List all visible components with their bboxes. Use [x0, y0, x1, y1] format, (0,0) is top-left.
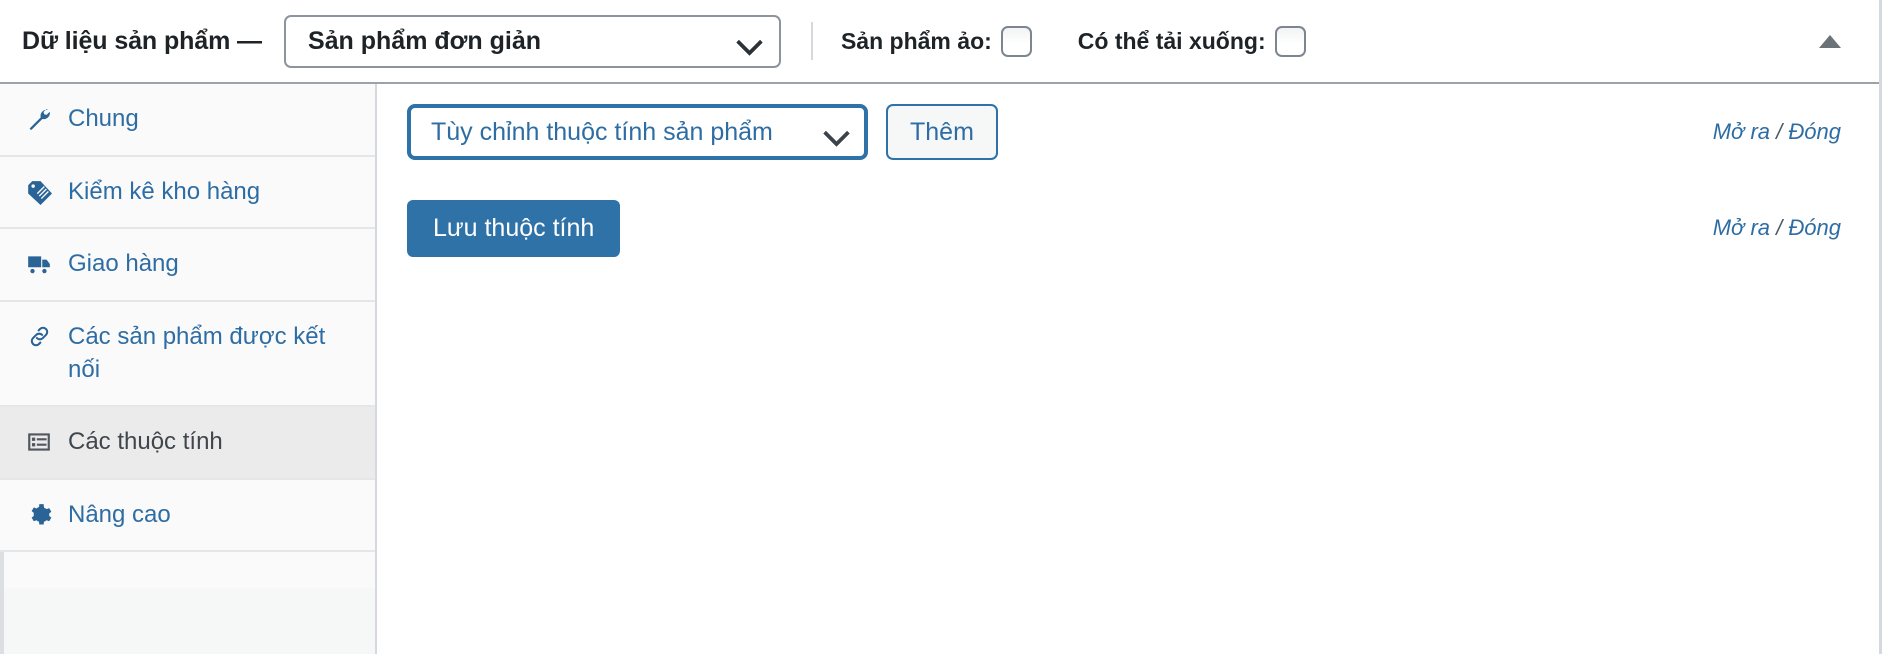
triangle-up-icon[interactable]	[1817, 28, 1843, 54]
expand-link[interactable]: Mở ra	[1713, 119, 1770, 144]
sidebar-item-general[interactable]: Chung	[0, 84, 375, 157]
virtual-product-label: Sản phẩm ảo:	[840, 27, 992, 54]
list-view-icon	[24, 427, 54, 457]
sidebar-item-shipping[interactable]: Giao hàng	[0, 229, 375, 302]
save-attributes-button[interactable]: Lưu thuộc tính	[407, 200, 621, 257]
page-title: Dữ liệu sản phẩm —	[22, 26, 262, 55]
sidebar-item-label: Các sản phẩm được kết nối	[68, 322, 326, 383]
sidebar-item-attributes[interactable]: Các thuộc tính	[0, 407, 375, 480]
truck-icon	[24, 249, 54, 279]
sidebar-item-label: Nâng cao	[68, 500, 171, 528]
sidebar-item-label: Các thuộc tính	[68, 428, 223, 456]
product-type-select[interactable]: Sản phẩm đơn giản	[283, 14, 781, 68]
expand-link[interactable]: Mở ra	[1713, 215, 1770, 240]
add-attribute-button[interactable]: Thêm	[886, 104, 998, 160]
tags-icon	[24, 177, 54, 207]
downloadable-product-label: Có thể tải xuống:	[1077, 27, 1266, 54]
downloadable-product-checkbox[interactable]	[1274, 25, 1306, 57]
sidebar-item-inventory[interactable]: Kiểm kê kho hàng	[0, 156, 375, 230]
collapse-link[interactable]: Đóng	[1788, 215, 1841, 240]
attribute-save-row: Lưu thuộc tính Mở ra / Đóng	[377, 180, 1879, 284]
sidebar-item-label: Giao hàng	[68, 250, 179, 278]
attribute-type-value: Tùy chỉnh thuộc tính sản phẩm	[431, 117, 773, 146]
header-divider	[810, 22, 813, 60]
link-separator: /	[1776, 215, 1783, 240]
triangle-up-glyph	[1819, 34, 1841, 48]
attributes-content: Tùy chỉnh thuộc tính sản phẩm Thêm Mở ra…	[377, 84, 1879, 654]
chevron-down-icon	[824, 119, 850, 145]
collapse-link[interactable]: Đóng	[1788, 119, 1841, 144]
chevron-down-icon	[737, 28, 763, 54]
gear-icon	[24, 500, 54, 530]
panel-body: Chung Kiểm kê kho hàng Giao hàng Các sản…	[0, 84, 1879, 654]
product-data-tabs: Chung Kiểm kê kho hàng Giao hàng Các sản…	[0, 84, 377, 654]
wrench-icon	[24, 104, 54, 134]
sidebar-item-linked-products[interactable]: Các sản phẩm được kết nối	[0, 301, 375, 408]
sidebar-item-advanced[interactable]: Nâng cao	[0, 479, 375, 553]
sidebar-item-label: Chung	[68, 105, 139, 132]
downloadable-product-field[interactable]: Có thể tải xuống:	[1077, 25, 1306, 57]
attribute-add-row: Tùy chỉnh thuộc tính sản phẩm Thêm Mở ra…	[377, 84, 1879, 180]
link-separator: /	[1776, 119, 1783, 144]
product-data-panel: Dữ liệu sản phẩm — Sản phẩm đơn giản Sản…	[0, 0, 1882, 654]
link-icon	[24, 322, 54, 352]
sidebar-item-partial[interactable]	[0, 552, 375, 589]
virtual-product-field[interactable]: Sản phẩm ảo:	[840, 25, 1032, 57]
expand-collapse-links-top: Mở ra / Đóng	[1713, 119, 1841, 145]
attribute-type-select[interactable]: Tùy chỉnh thuộc tính sản phẩm	[407, 104, 868, 160]
panel-header: Dữ liệu sản phẩm — Sản phẩm đơn giản Sản…	[0, 0, 1879, 84]
expand-collapse-links-bottom: Mở ra / Đóng	[1713, 215, 1841, 241]
product-type-value: Sản phẩm đơn giản	[307, 26, 542, 55]
virtual-product-checkbox[interactable]	[1000, 25, 1032, 57]
sidebar-item-label: Kiểm kê kho hàng	[68, 177, 261, 205]
